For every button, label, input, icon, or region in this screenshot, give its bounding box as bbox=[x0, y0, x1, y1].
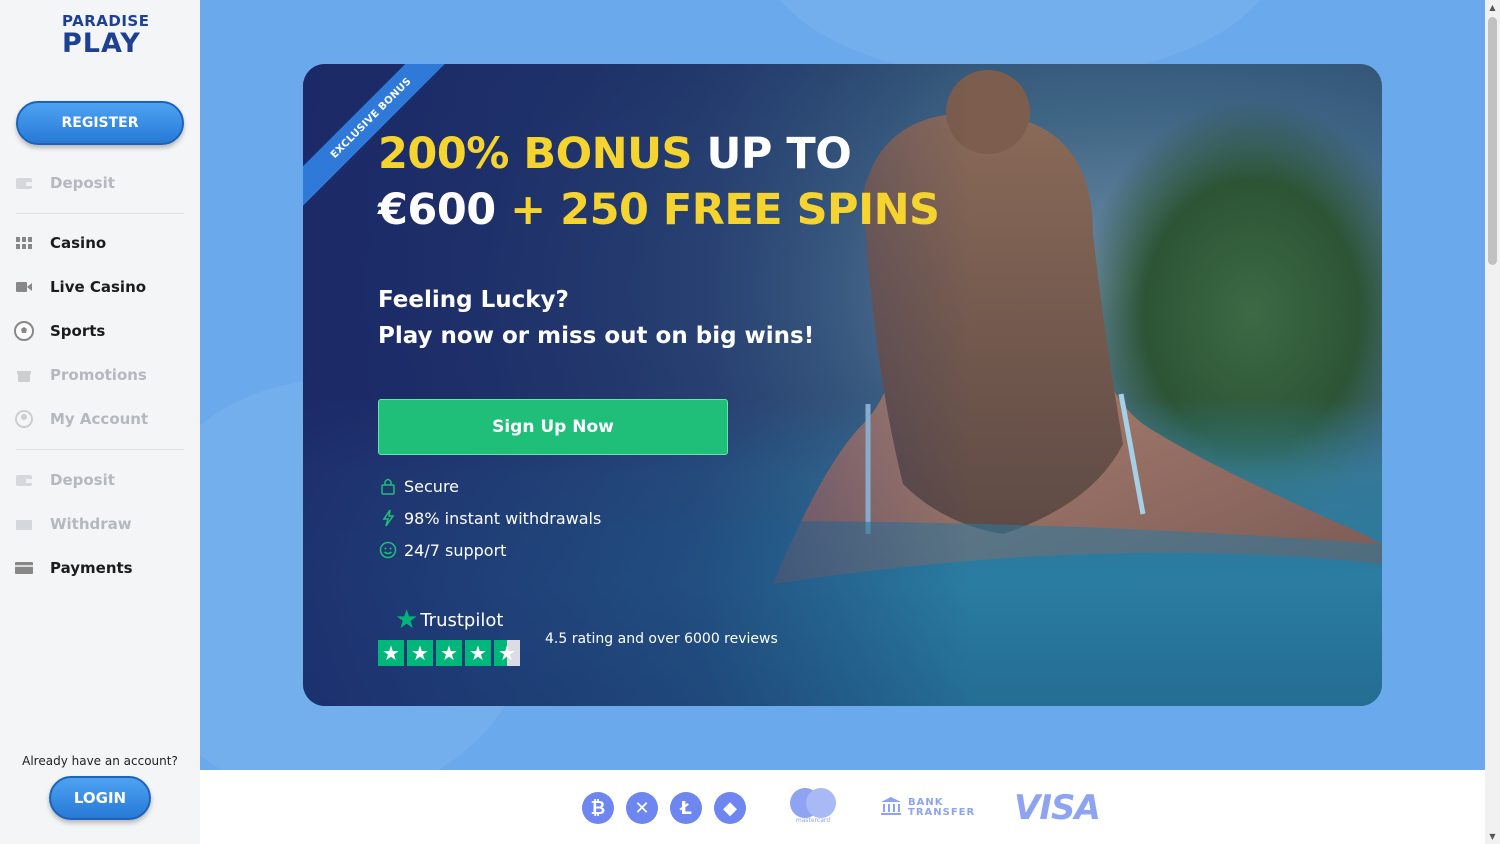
login-button[interactable]: LOGIN bbox=[49, 776, 151, 820]
sidebar-item-label: Casino bbox=[50, 234, 107, 252]
scroll-up-arrow-icon[interactable]: ▲ bbox=[1485, 0, 1500, 15]
feature-label: 98% instant withdrawals bbox=[404, 508, 602, 528]
sidebar-item-label: Live Casino bbox=[50, 278, 147, 296]
feature-secure: Secure bbox=[378, 476, 459, 496]
lightning-icon bbox=[378, 508, 398, 528]
bank-transfer-logo: BANK TRANSFER bbox=[880, 796, 975, 820]
sidebar-item-withdraw[interactable]: Withdraw bbox=[14, 509, 184, 539]
trustpilot-stars: ★ ★ ★ ★ ★ bbox=[378, 640, 523, 666]
sidebar-item-label: Payments bbox=[50, 559, 133, 577]
sidebar-item-deposit[interactable]: Deposit bbox=[14, 168, 184, 198]
feature-support: 24/7 support bbox=[378, 540, 506, 560]
sidebar-item-my-account[interactable]: My Account bbox=[14, 404, 184, 434]
mastercard-logo: mastercard bbox=[790, 788, 836, 824]
star-icon: ★ bbox=[378, 640, 404, 666]
trustpilot-brand: Trustpilot bbox=[420, 609, 504, 631]
tagline-line2: Play now or miss out on big wins! bbox=[378, 323, 815, 349]
cash-out-icon bbox=[14, 514, 34, 534]
hero-tagline: Feeling Lucky? Play now or miss out on b… bbox=[378, 282, 814, 354]
sidebar-item-label: Withdraw bbox=[50, 515, 132, 533]
sign-up-button[interactable]: Sign Up Now bbox=[378, 399, 728, 455]
hero-banner: EXCLUSIVE BONUS 200% BONUS UP TO €600 + … bbox=[303, 64, 1382, 706]
visa-logo: VISA bbox=[1014, 788, 1101, 828]
page-scrollbar[interactable]: ▲ ▼ bbox=[1485, 0, 1500, 844]
sidebar-item-label: Promotions bbox=[50, 366, 147, 384]
mastercard-text: mastercard bbox=[795, 817, 831, 824]
headline-spins: + 250 FREE SPINS bbox=[495, 185, 940, 235]
sidebar-item-label: Deposit bbox=[50, 174, 115, 192]
sidebar-item-casino[interactable]: Casino bbox=[14, 228, 184, 258]
hero-headline: 200% BONUS UP TO €600 + 250 FREE SPINS bbox=[378, 126, 940, 238]
ethereum-icon: ◆ bbox=[714, 792, 746, 824]
sidebar-item-sports[interactable]: Sports bbox=[14, 316, 184, 346]
have-account-text: Already have an account? bbox=[22, 754, 178, 768]
sidebar-divider bbox=[16, 449, 184, 450]
bank-line2: TRANSFER bbox=[908, 807, 976, 818]
feature-withdrawals: 98% instant withdrawals bbox=[378, 508, 601, 528]
litecoin-icon: Ł bbox=[670, 792, 702, 824]
user-icon bbox=[14, 409, 34, 429]
sidebar-item-promotions[interactable]: Promotions bbox=[14, 360, 184, 390]
sidebar-item-payments[interactable]: Payments bbox=[14, 553, 184, 583]
brand-logo[interactable]: PARADISE PLAY bbox=[62, 12, 150, 59]
headline-amount: €600 bbox=[378, 185, 496, 235]
star-icon: ★ bbox=[436, 640, 462, 666]
brand-line2: PLAY bbox=[62, 28, 141, 59]
feature-label: 24/7 support bbox=[404, 540, 507, 560]
ripple-icon: ✕ bbox=[626, 792, 658, 824]
trustpilot-logo[interactable]: ★ Trustpilot bbox=[395, 607, 503, 633]
star-icon: ★ bbox=[465, 640, 491, 666]
grid-icon bbox=[14, 233, 34, 253]
bitcoin-icon: ₿ bbox=[582, 792, 614, 824]
sidebar-item-label: Sports bbox=[50, 322, 106, 340]
star-icon: ★ bbox=[407, 640, 433, 666]
sidebar-item-label: My Account bbox=[50, 410, 149, 428]
trustpilot-rating-text: 4.5 rating and over 6000 reviews bbox=[545, 631, 778, 647]
mastercard-circle-right bbox=[806, 788, 836, 818]
bank-transfer-text: BANK TRANSFER bbox=[908, 798, 975, 818]
sidebar-item-label: Deposit bbox=[50, 471, 115, 489]
scroll-down-arrow-icon[interactable]: ▼ bbox=[1485, 829, 1500, 844]
lock-icon bbox=[378, 476, 398, 496]
wallet-icon bbox=[14, 470, 34, 490]
wallet-icon bbox=[14, 173, 34, 193]
sidebar-item-live-casino[interactable]: Live Casino bbox=[14, 272, 184, 302]
soccer-ball-icon bbox=[14, 321, 34, 341]
sidebar: PARADISE PLAY REGISTER Deposit Casino Li… bbox=[0, 0, 200, 844]
sidebar-item-deposit-2[interactable]: Deposit bbox=[14, 465, 184, 495]
brand-line1: PARADISE bbox=[62, 12, 150, 30]
trustpilot-star-icon: ★ bbox=[395, 605, 419, 635]
register-button[interactable]: REGISTER bbox=[16, 101, 184, 145]
feature-label: Secure bbox=[404, 476, 460, 496]
sidebar-divider bbox=[16, 213, 184, 214]
card-icon bbox=[14, 558, 34, 578]
headline-bonus: 200% BONUS bbox=[378, 129, 693, 179]
gift-icon bbox=[14, 365, 34, 385]
tagline-line1: Feeling Lucky? bbox=[378, 287, 569, 313]
smiley-icon bbox=[378, 540, 398, 560]
headline-up-to: UP TO bbox=[692, 129, 852, 179]
bank-icon bbox=[880, 796, 902, 820]
payment-methods-footer: ₿ ✕ Ł ◆ mastercard BANK TRANSFER VISA bbox=[200, 770, 1485, 844]
camera-icon bbox=[14, 277, 34, 297]
scrollbar-thumb[interactable] bbox=[1488, 17, 1497, 265]
half-star-icon: ★ bbox=[494, 640, 520, 666]
